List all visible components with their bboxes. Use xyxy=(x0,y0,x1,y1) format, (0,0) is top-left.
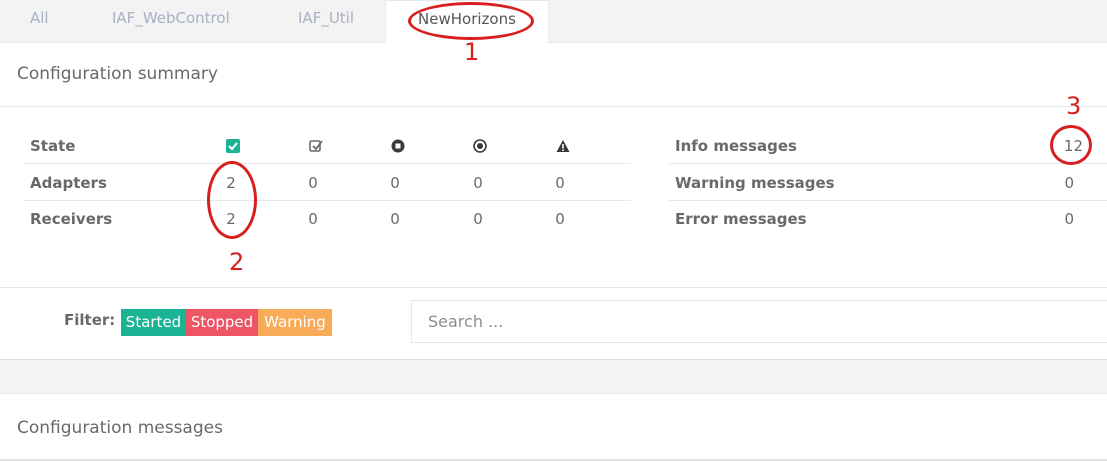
filter-stopped-button[interactable]: Stopped xyxy=(186,309,258,336)
divider xyxy=(0,287,1107,288)
configuration-messages-panel: Configuration messages xyxy=(0,393,1107,461)
receivers-stopped-count: 0 xyxy=(390,210,400,228)
error-messages-count: 0 xyxy=(1064,210,1074,228)
adapters-stopped-count: 0 xyxy=(390,174,400,192)
info-messages-count: 12 xyxy=(1063,137,1083,155)
error-messages-label: Error messages xyxy=(675,210,807,228)
tab-newhorizons[interactable]: NewHorizons xyxy=(385,0,549,44)
tab-iaf-util[interactable]: IAF_Util xyxy=(298,0,354,43)
filter-started-button[interactable]: Started xyxy=(121,309,186,336)
tab-bar: All IAF_WebControl IAF_Util NewHorizons xyxy=(0,0,1107,44)
warning-check-icon xyxy=(309,140,323,152)
warning-messages-label: Warning messages xyxy=(675,174,835,192)
divider xyxy=(0,106,1107,107)
adapters-label: Adapters xyxy=(30,174,107,192)
warning-messages-count: 0 xyxy=(1064,174,1074,192)
state-header: State xyxy=(30,137,76,155)
started-icon xyxy=(226,139,240,153)
tab-iaf-webcontrol[interactable]: IAF_WebControl xyxy=(112,0,230,43)
divider xyxy=(669,200,1107,201)
warning-icon xyxy=(556,140,570,152)
filter-warning-button[interactable]: Warning xyxy=(258,309,332,336)
configuration-summary-title: Configuration summary xyxy=(17,64,218,84)
adapters-started-count: 2 xyxy=(226,174,236,192)
stopped-icon xyxy=(391,139,405,153)
error-icon xyxy=(473,139,487,153)
tab-all[interactable]: All xyxy=(30,0,49,43)
configuration-messages-title: Configuration messages xyxy=(17,418,223,438)
divider xyxy=(24,163,631,164)
adapters-exception-count: 0 xyxy=(555,174,565,192)
filter-label: Filter: xyxy=(64,311,116,329)
receivers-exception-count: 0 xyxy=(555,210,565,228)
adapters-warning-count: 0 xyxy=(308,174,318,192)
info-messages-label: Info messages xyxy=(675,137,797,155)
receivers-started-count: 2 xyxy=(226,210,236,228)
divider xyxy=(24,200,631,201)
receivers-error-count: 0 xyxy=(473,210,483,228)
adapters-error-count: 0 xyxy=(473,174,483,192)
receivers-label: Receivers xyxy=(30,210,113,228)
search-input[interactable] xyxy=(411,300,1107,343)
receivers-warning-count: 0 xyxy=(308,210,318,228)
divider xyxy=(669,163,1107,164)
